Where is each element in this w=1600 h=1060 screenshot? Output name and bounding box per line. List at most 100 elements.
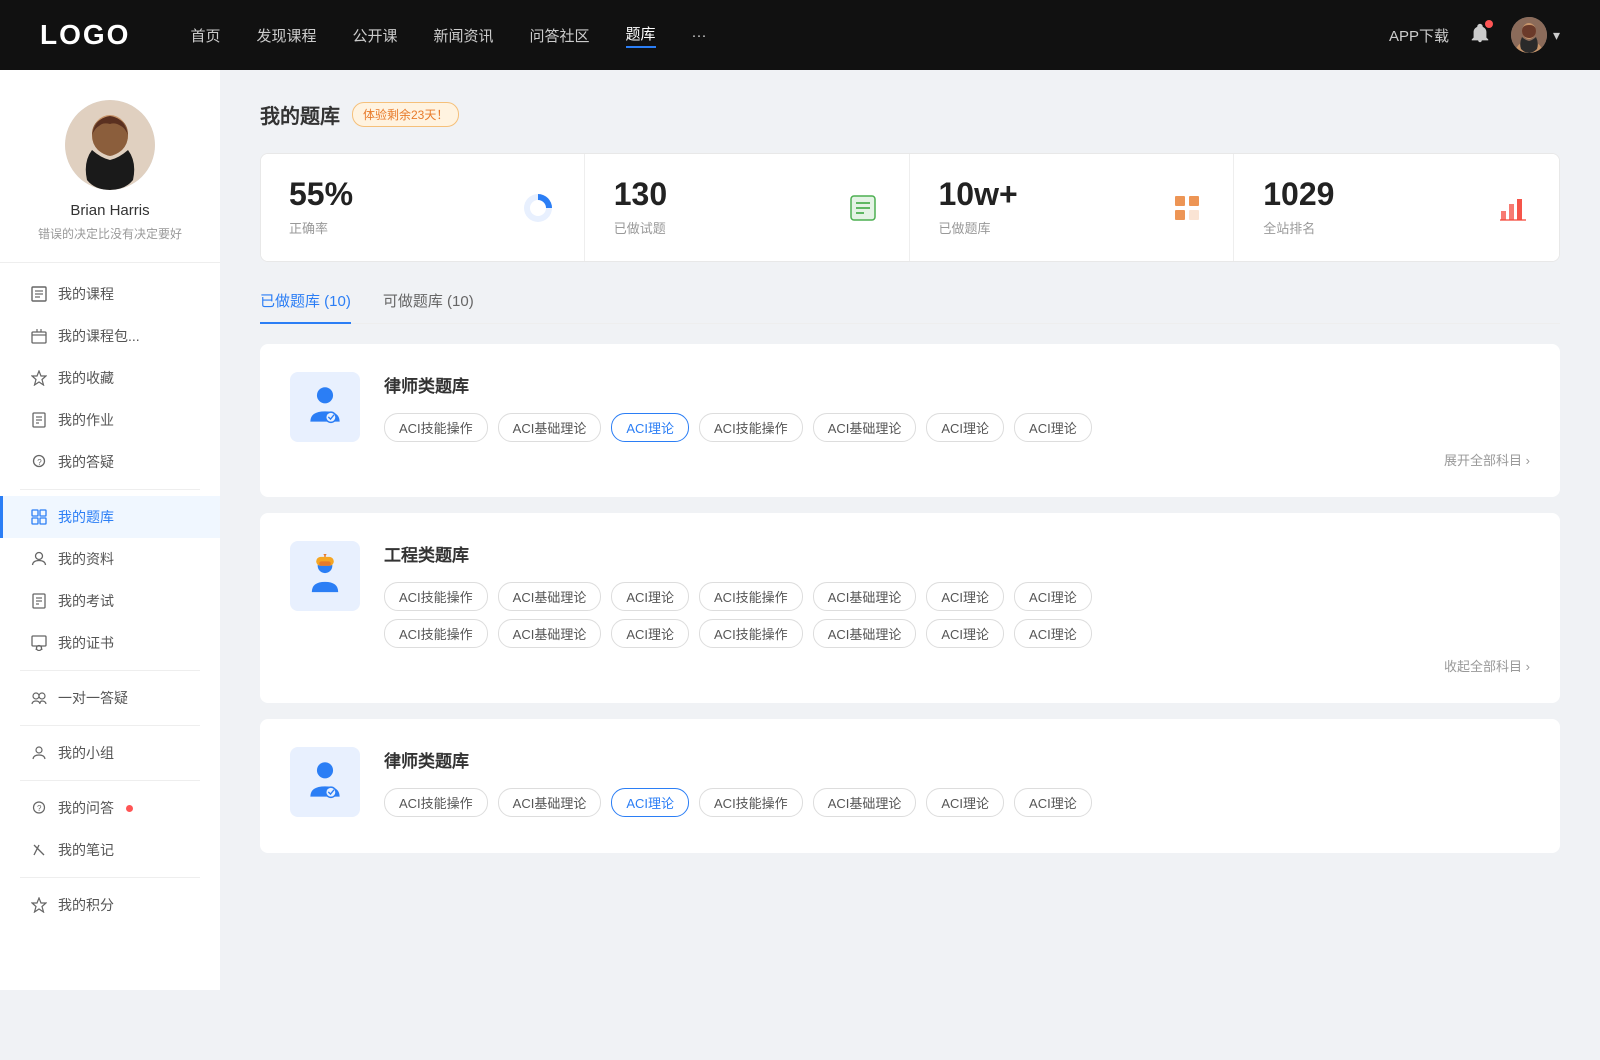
tab-1[interactable]: 可做题库 (10) [383,290,474,323]
tag[interactable]: ACI理论 [611,413,689,442]
sidebar-item-11[interactable]: ?我的问答 [0,787,220,829]
tag[interactable]: ACI技能操作 [384,413,488,442]
tab-0[interactable]: 已做题库 (10) [260,290,351,323]
tag[interactable]: ACI理论 [1014,413,1092,442]
menu-icon-course [30,285,48,303]
tag[interactable]: ACI技能操作 [699,619,803,648]
notification-bell[interactable] [1469,22,1491,49]
sidebar-item-7[interactable]: 我的考试 [0,580,220,622]
tag[interactable]: ACI理论 [1014,788,1092,817]
qbank-card-0: 律师类题库 ACI技能操作ACI基础理论ACI理论ACI技能操作ACI基础理论A… [260,344,1560,497]
nav-item-···[interactable]: ··· [692,27,707,44]
tag[interactable]: ACI基础理论 [813,619,917,648]
svg-text:?: ? [37,804,42,813]
avatar [1511,17,1547,53]
profile-avatar [65,100,155,190]
qbank-tags: ACI技能操作 ACI基础理论 ACI理论 ACI技能操作 ACI基础理论 ACI理论 AC… [384,413,1530,442]
trial-badge: 体验剩余23天！ [352,102,459,127]
expand-button[interactable]: 展开全部科目 › [1444,450,1530,469]
nav-item-题库[interactable]: 题库 [626,23,656,48]
tag[interactable]: ACI理论 [611,619,689,648]
tag[interactable]: ACI基础理论 [498,619,602,648]
logo[interactable]: LOGO [40,19,130,51]
menu-label: 我的笔记 [58,840,114,860]
qbank-cards-container: 律师类题库 ACI技能操作ACI基础理论ACI理论ACI技能操作ACI基础理论A… [260,344,1560,853]
qbank-body: 律师类题库 ACI技能操作ACI基础理论ACI理论ACI技能操作ACI基础理论A… [384,747,1530,825]
tag[interactable]: ACI理论 [926,619,1004,648]
tag[interactable]: ACI技能操作 [384,582,488,611]
menu-icon-qa: ? [30,453,48,471]
stat-label: 已做题库 [939,218,1154,237]
tag[interactable]: ACI技能操作 [384,788,488,817]
nav-item-公开课[interactable]: 公开课 [352,25,397,46]
menu-label: 我的课程包... [58,326,140,346]
menu-label: 我的考试 [58,591,114,611]
sidebar-item-6[interactable]: 我的资料 [0,538,220,580]
nav-item-发现课程[interactable]: 发现课程 [256,25,316,46]
page-title-row: 我的题库 体验剩余23天！ [260,100,1560,129]
tag[interactable]: ACI理论 [1014,582,1092,611]
qbank-body: 工程类题库 ACI技能操作ACI基础理论ACI理论ACI技能操作ACI基础理论A… [384,541,1530,675]
stat-item-1: 130 已做试题 [586,154,910,261]
tag[interactable]: ACI理论 [611,788,689,817]
header-right: APP下载 ▾ [1389,17,1560,53]
tag[interactable]: ACI理论 [1014,619,1092,648]
sidebar-divider [20,670,200,671]
stat-label: 正确率 [289,218,504,237]
qbank-footer: 展开全部科目 › [384,450,1530,469]
sidebar-item-8[interactable]: 我的证书 [0,622,220,664]
tag[interactable]: ACI基础理论 [813,582,917,611]
tag[interactable]: ACI理论 [926,788,1004,817]
menu-icon-certificate [30,634,48,652]
sidebar-item-2[interactable]: 我的收藏 [0,357,220,399]
tag[interactable]: ACI技能操作 [699,582,803,611]
tag[interactable]: ACI技能操作 [699,788,803,817]
tag[interactable]: ACI基础理论 [498,413,602,442]
nav-item-问答社区[interactable]: 问答社区 [530,25,590,46]
qbank-tags-row1: ACI技能操作 ACI基础理论 ACI理论 ACI技能操作 ACI基础理论 ACI理论 AC… [384,582,1530,611]
tag[interactable]: ACI基础理论 [813,788,917,817]
sidebar-item-12[interactable]: 我的笔记 [0,829,220,871]
menu-label: 一对一答疑 [58,688,128,708]
tag[interactable]: ACI基础理论 [498,788,602,817]
sidebar-item-13[interactable]: 我的积分 [0,884,220,926]
menu-icon-package [30,327,48,345]
sidebar-item-0[interactable]: 我的课程 [0,273,220,315]
header: LOGO 首页 发现课程 公开课 新闻资讯 问答社区 题库 ··· APP下载 ▾ [0,0,1600,70]
sidebar-divider [20,725,200,726]
nav-item-首页[interactable]: 首页 [190,25,220,46]
menu-label: 我的小组 [58,743,114,763]
main-content: 我的题库 体验剩余23天！ 55% 正确率 130 已做试题 10w+ 已做题库… [220,70,1600,990]
sidebar-item-1[interactable]: 我的课程包... [0,315,220,357]
sidebar-item-5[interactable]: 我的题库 [0,496,220,538]
sidebar-item-10[interactable]: 我的小组 [0,732,220,774]
tag[interactable]: ACI技能操作 [384,619,488,648]
qbank-tags: ACI技能操作 ACI基础理论 ACI理论 ACI技能操作 ACI基础理论 ACI理论 AC… [384,788,1530,817]
tag[interactable]: ACI理论 [926,582,1004,611]
qbank-icon [290,747,360,817]
stat-text-group: 55% 正确率 [289,178,504,237]
qbank-card-1: 工程类题库 ACI技能操作ACI基础理论ACI理论ACI技能操作ACI基础理论A… [260,513,1560,703]
nav-item-新闻资讯[interactable]: 新闻资讯 [434,25,494,46]
sidebar: Brian Harris 错误的决定比没有决定要好 我的课程我的课程包...我的… [0,70,220,990]
sidebar-item-9[interactable]: 一对一答疑 [0,677,220,719]
qbank-title: 工程类题库 [384,541,1530,566]
collapse-button[interactable]: 收起全部科目 › [1444,656,1530,675]
menu-icon-questions: ? [30,799,48,817]
stat-text-group: 1029 全站排名 [1263,178,1479,237]
tag[interactable]: ACI理论 [611,582,689,611]
tag[interactable]: ACI基础理论 [813,413,917,442]
qbank-icon [290,541,360,611]
tag[interactable]: ACI基础理论 [498,582,602,611]
tag[interactable]: ACI技能操作 [699,413,803,442]
user-menu[interactable]: ▾ [1511,17,1560,53]
app-download-button[interactable]: APP下载 [1389,25,1449,46]
sidebar-item-4[interactable]: ? 我的答疑 [0,441,220,483]
qbank-card-2: 律师类题库 ACI技能操作ACI基础理论ACI理论ACI技能操作ACI基础理论A… [260,719,1560,853]
stats-row: 55% 正确率 130 已做试题 10w+ 已做题库 1029 全站排名 [260,153,1560,262]
sidebar-item-3[interactable]: 我的作业 [0,399,220,441]
menu-label: 我的答疑 [58,452,114,472]
qbank-title: 律师类题库 [384,372,1530,397]
tag[interactable]: ACI理论 [926,413,1004,442]
stat-value: 130 [614,178,829,210]
